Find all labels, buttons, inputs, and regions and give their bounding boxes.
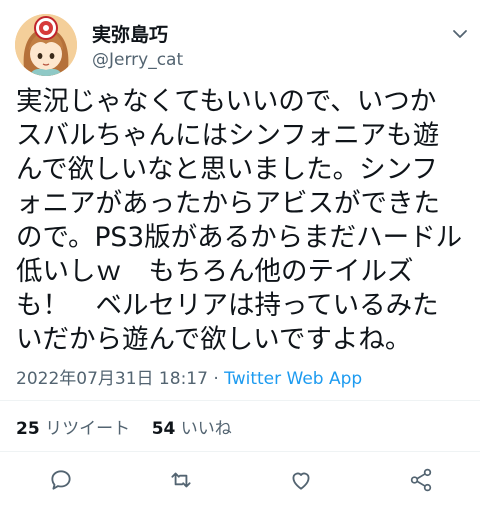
likes-stat[interactable]: 54 いいね	[152, 419, 232, 439]
likes-label: いいね	[180, 419, 232, 439]
retweet-icon[interactable]	[168, 467, 194, 493]
source-link[interactable]: Twitter Web App	[224, 369, 362, 389]
divider	[0, 451, 480, 452]
action-bar	[0, 462, 480, 498]
tweet-text-line: 低いしｗ もちろん他のテイルズ	[16, 256, 414, 287]
tweet-text-line: ォニアがあったからアビスができた	[16, 188, 440, 219]
retweets-count: 25	[16, 419, 40, 439]
likes-count: 54	[151, 419, 176, 439]
timestamp[interactable]: 2022年07月31日 18:17	[16, 369, 208, 389]
tweet-text: 実況じゃなくてもいいので、いつか スバルちゃんにはシンフォニアも遊 んで欲しいな…	[16, 85, 472, 357]
tweet-text-line: 実況じゃなくてもいいので、いつか	[16, 86, 437, 117]
tweet-meta: 2022年07月31日 18:17 · Twitter Web App	[16, 364, 362, 389]
engagement-stats: 25 リツイート 54 いいね	[16, 414, 232, 439]
reply-icon[interactable]	[48, 467, 74, 493]
tweet-text-line: ので。PS3版があるからまだハードル	[16, 222, 463, 253]
divider	[0, 400, 480, 401]
avatar-image	[15, 14, 77, 76]
share-icon[interactable]	[408, 467, 434, 493]
user-handle[interactable]: @Jerry_cat	[92, 50, 183, 70]
chevron-down-icon[interactable]	[452, 26, 468, 42]
retweets-label: リツイート	[45, 419, 131, 439]
meta-separator: ·	[207, 369, 225, 389]
tweet-text-line: スバルちゃんにはシンフォニアも遊	[16, 120, 440, 151]
retweets-stat[interactable]: 25 リツイート	[16, 419, 130, 439]
avatar[interactable]	[15, 14, 77, 76]
heart-icon[interactable]	[288, 467, 314, 493]
tweet-text-line: も！ ベルセリアは持っているみた	[16, 290, 439, 321]
tweet-text-line: いだから遊んで欲しいですよね。	[16, 324, 412, 355]
tweet-text-line: んで欲しいなと思いました。シンフ	[16, 154, 438, 185]
display-name[interactable]: 実弥島巧	[92, 20, 168, 47]
